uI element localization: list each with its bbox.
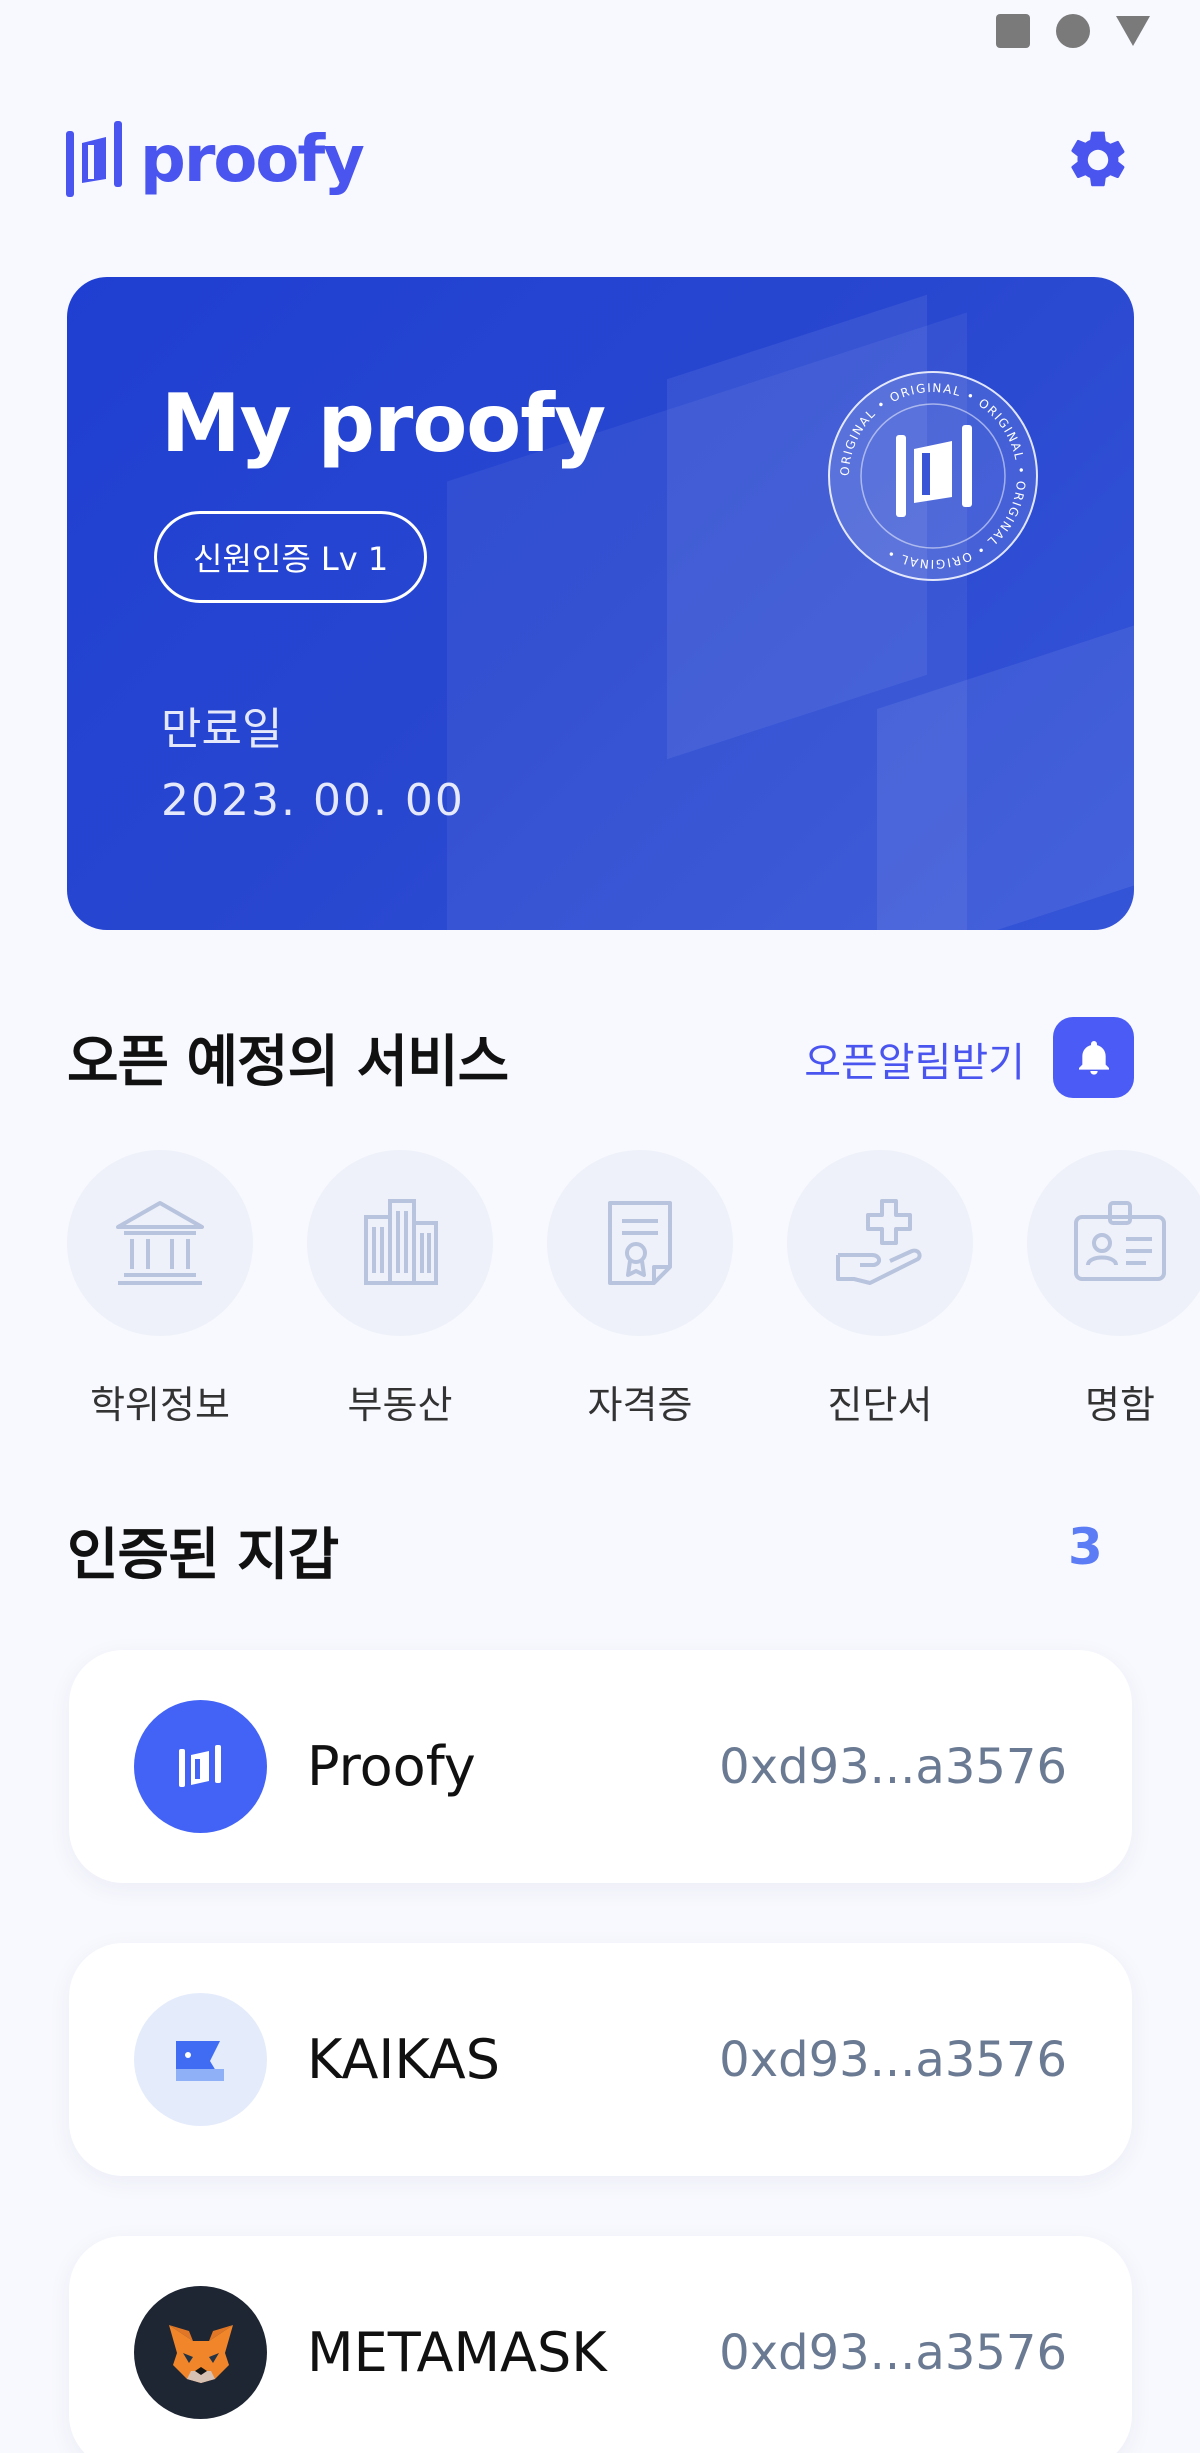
wallet-name: KAIKAS bbox=[307, 2028, 501, 2091]
wallet-name: Proofy bbox=[307, 1735, 476, 1798]
verified-wallets-title: 인증된 지갑 bbox=[67, 1523, 339, 1588]
bank-icon bbox=[116, 1201, 204, 1285]
app-screen: proofy My proofy 신원인증 Lv 1 만료일 2023. 00.… bbox=[0, 0, 1200, 2453]
service-label: 학위정보 bbox=[90, 1383, 230, 1427]
service-degree[interactable]: 학위정보 bbox=[67, 1150, 253, 1429]
certificate-icon bbox=[608, 1201, 672, 1285]
kaikas-logo-icon bbox=[134, 1993, 267, 2126]
service-icon-circle bbox=[307, 1150, 493, 1336]
wallet-item-metamask[interactable]: METAMASK 0xd93...a3576 bbox=[69, 2236, 1132, 2453]
service-label: 진단서 bbox=[827, 1383, 933, 1427]
app-header: proofy bbox=[66, 115, 1132, 205]
service-icon-circle bbox=[787, 1150, 973, 1336]
expiry-date: 2023. 00. 00 bbox=[161, 775, 465, 826]
service-diagnosis[interactable]: 진단서 bbox=[787, 1150, 973, 1429]
service-label: 자격증 bbox=[587, 1383, 693, 1427]
service-label: 부동산 bbox=[347, 1383, 453, 1427]
verification-level-badge: 신원인증 Lv 1 bbox=[154, 511, 428, 603]
back-icon[interactable] bbox=[1116, 16, 1150, 46]
original-seal-icon: ORIGINAL • ORIGINAL • ORIGINAL • ORIGINA… bbox=[828, 371, 1038, 581]
expiry-label: 만료일 bbox=[161, 704, 283, 755]
fox-head-icon bbox=[168, 2324, 233, 2383]
recent-apps-icon[interactable] bbox=[996, 14, 1030, 48]
bell-icon bbox=[1078, 1040, 1109, 1075]
wallet-address: 0xd93...a3576 bbox=[719, 1738, 1067, 1795]
open-notification-link[interactable]: 오픈알림받기 bbox=[804, 1030, 1025, 1088]
kaikas-mark-icon bbox=[175, 2040, 224, 2081]
wallet-count: 3 bbox=[1068, 1518, 1103, 1576]
medical-hand-icon bbox=[836, 1199, 922, 1285]
wallet-item-kaikas[interactable]: KAIKAS 0xd93...a3576 bbox=[69, 1943, 1132, 2176]
status-bar bbox=[996, 14, 1150, 48]
metamask-fox-icon bbox=[134, 2286, 267, 2419]
wallet-name: METAMASK bbox=[307, 2321, 607, 2384]
wallet-item-proofy[interactable]: Proofy 0xd93...a3576 bbox=[69, 1650, 1132, 1883]
proofy-identity-card[interactable]: My proofy 신원인증 Lv 1 만료일 2023. 00. 00 ORI… bbox=[67, 277, 1134, 930]
settings-gear-icon[interactable] bbox=[1064, 126, 1132, 194]
service-real-estate[interactable]: 부동산 bbox=[307, 1150, 493, 1429]
service-icon-circle bbox=[67, 1150, 253, 1336]
proofy-logo-icon bbox=[134, 1700, 267, 1833]
card-title: My proofy bbox=[161, 377, 606, 470]
logo-wordmark: proofy bbox=[140, 123, 365, 197]
services-row: 학위정보 부동산 자격증 진단서 명함 bbox=[67, 1150, 1200, 1430]
wallet-address: 0xd93...a3576 bbox=[719, 2324, 1067, 2381]
service-business-card[interactable]: 명함 bbox=[1027, 1150, 1200, 1429]
service-icon-circle bbox=[547, 1150, 733, 1336]
upcoming-services-title: 오픈 예정의 서비스 bbox=[67, 1030, 509, 1095]
service-certificate[interactable]: 자격증 bbox=[547, 1150, 733, 1429]
proofy-mark-icon bbox=[66, 121, 122, 197]
service-label: 명함 bbox=[1085, 1383, 1155, 1427]
proofy-logo: proofy bbox=[66, 121, 365, 199]
building-icon bbox=[364, 1199, 438, 1285]
id-badge-icon bbox=[1074, 1201, 1166, 1281]
proofy-mark-icon bbox=[178, 1744, 221, 1787]
notification-bell-button[interactable] bbox=[1053, 1017, 1134, 1098]
wallet-address: 0xd93...a3576 bbox=[719, 2031, 1067, 2088]
home-icon[interactable] bbox=[1056, 14, 1090, 48]
service-icon-circle bbox=[1027, 1150, 1200, 1336]
